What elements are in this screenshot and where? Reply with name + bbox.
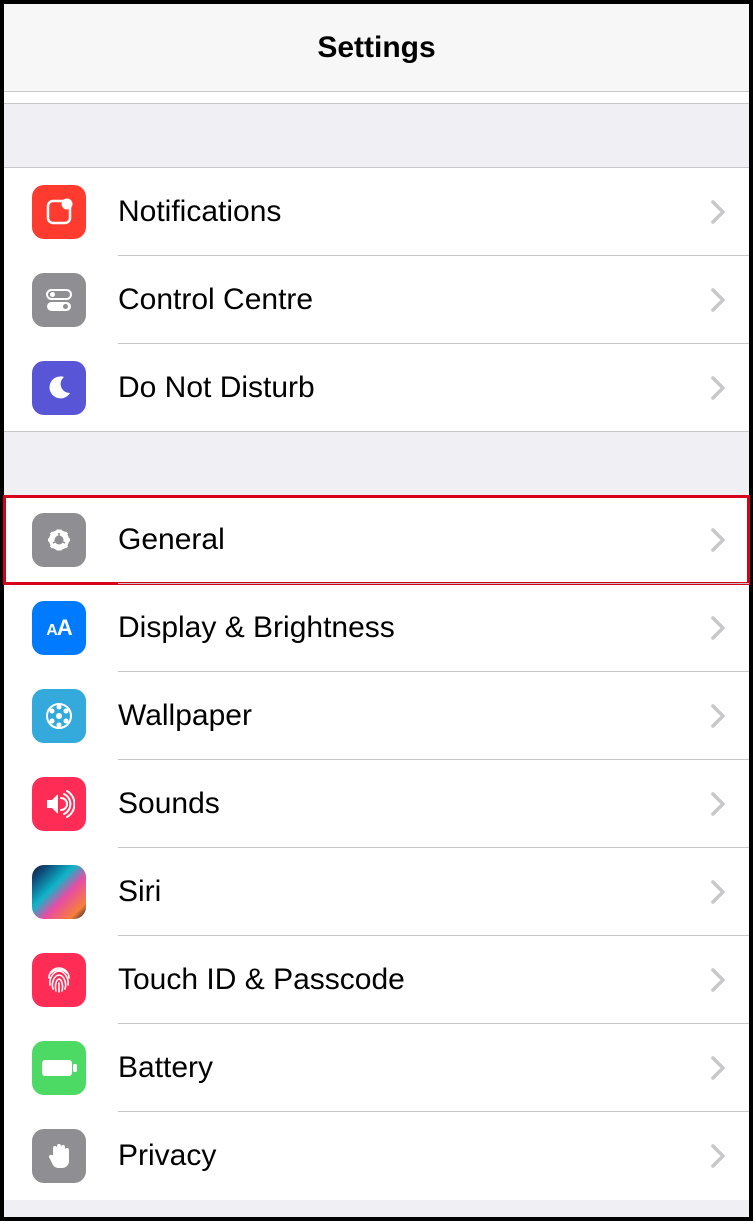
chevron-right-icon bbox=[711, 288, 725, 312]
chevron-right-icon bbox=[711, 792, 725, 816]
wallpaper-icon bbox=[32, 689, 86, 743]
row-label: Sounds bbox=[118, 787, 711, 821]
control-centre-icon bbox=[32, 273, 86, 327]
row-label: Touch ID & Passcode bbox=[118, 963, 711, 997]
row-label: Notifications bbox=[118, 195, 711, 229]
row-do-not-disturb[interactable]: Do Not Disturb bbox=[4, 344, 749, 432]
page-title: Settings bbox=[317, 31, 435, 65]
row-battery[interactable]: Battery bbox=[4, 1024, 749, 1112]
text-size-icon: AA bbox=[32, 601, 86, 655]
row-touch-id-passcode[interactable]: Touch ID & Passcode bbox=[4, 936, 749, 1024]
notifications-icon bbox=[32, 185, 86, 239]
chevron-right-icon bbox=[711, 200, 725, 224]
row-label: Display & Brightness bbox=[118, 611, 711, 645]
chevron-right-icon bbox=[711, 616, 725, 640]
chevron-right-icon bbox=[711, 1056, 725, 1080]
header: Settings bbox=[4, 4, 749, 92]
siri-icon bbox=[32, 865, 86, 919]
row-notifications[interactable]: Notifications bbox=[4, 168, 749, 256]
row-label: Privacy bbox=[118, 1139, 711, 1173]
moon-icon bbox=[32, 361, 86, 415]
row-label: Battery bbox=[118, 1051, 711, 1085]
row-siri[interactable]: Siri bbox=[4, 848, 749, 936]
speaker-icon bbox=[32, 777, 86, 831]
row-display-brightness[interactable]: AA Display & Brightness bbox=[4, 584, 749, 672]
row-sounds[interactable]: Sounds bbox=[4, 760, 749, 848]
row-label: Siri bbox=[118, 875, 711, 909]
row-general[interactable]: General bbox=[4, 496, 749, 584]
thin-strip bbox=[4, 92, 749, 104]
chevron-right-icon bbox=[711, 880, 725, 904]
group-spacer bbox=[4, 432, 749, 496]
row-label: Wallpaper bbox=[118, 699, 711, 733]
separator bbox=[118, 583, 749, 584]
group-spacer bbox=[4, 104, 749, 168]
chevron-right-icon bbox=[711, 704, 725, 728]
row-privacy[interactable]: Privacy bbox=[4, 1112, 749, 1200]
chevron-right-icon bbox=[711, 528, 725, 552]
battery-icon bbox=[32, 1041, 86, 1095]
row-wallpaper[interactable]: Wallpaper bbox=[4, 672, 749, 760]
chevron-right-icon bbox=[711, 1144, 725, 1168]
row-label: General bbox=[118, 523, 711, 557]
hand-icon bbox=[32, 1129, 86, 1183]
gear-icon bbox=[32, 513, 86, 567]
row-label: Do Not Disturb bbox=[118, 371, 711, 405]
row-label: Control Centre bbox=[118, 283, 711, 317]
chevron-right-icon bbox=[711, 968, 725, 992]
row-control-centre[interactable]: Control Centre bbox=[4, 256, 749, 344]
chevron-right-icon bbox=[711, 376, 725, 400]
fingerprint-icon bbox=[32, 953, 86, 1007]
